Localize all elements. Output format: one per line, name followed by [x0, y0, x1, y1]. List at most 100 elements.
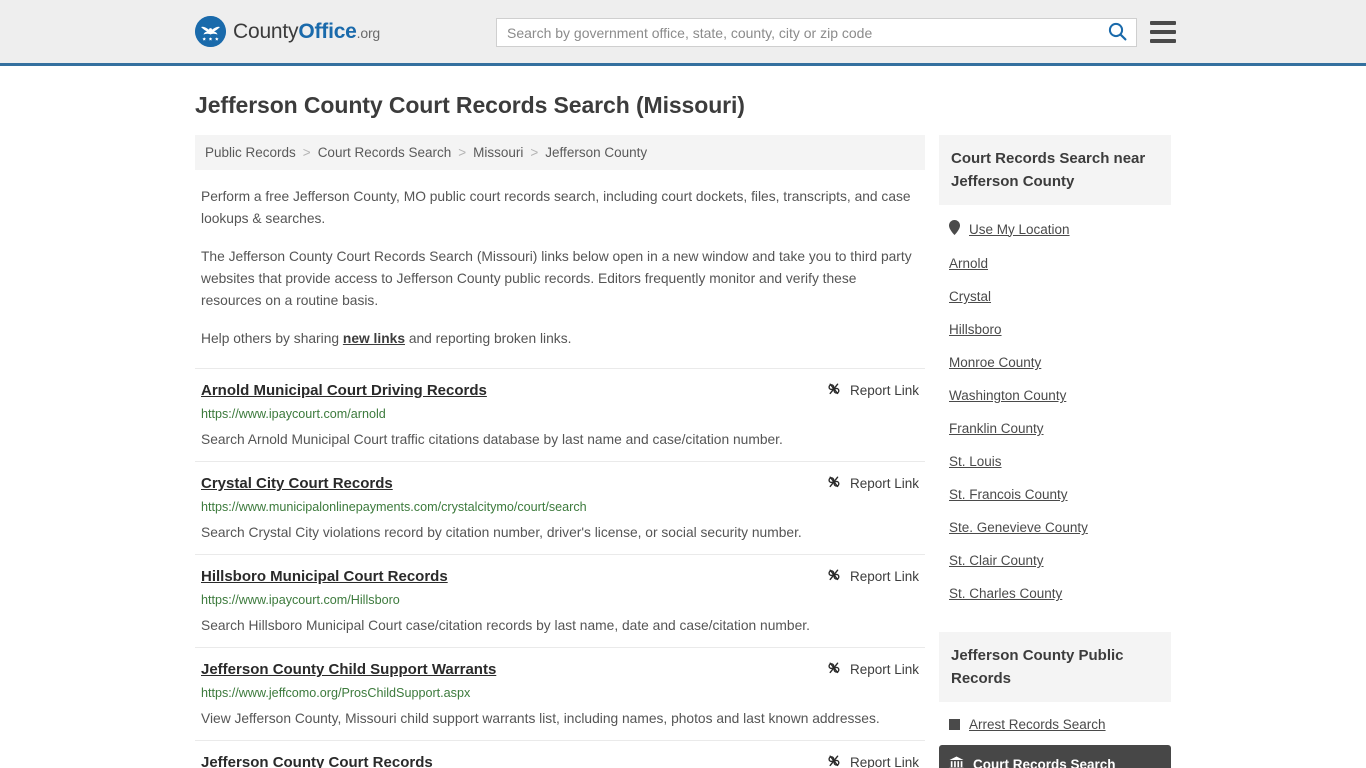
sidebar-item-arnold[interactable]: Arnold	[939, 247, 1171, 280]
eagle-seal-icon	[195, 16, 226, 47]
sidebar-link-label[interactable]: Arnold	[949, 256, 988, 271]
sidebar-link-label[interactable]: Ste. Genevieve County	[949, 520, 1088, 535]
search-bar[interactable]	[496, 18, 1137, 47]
sidebar-link-label[interactable]: Monroe County	[949, 355, 1041, 370]
broken-link-icon	[826, 381, 842, 400]
new-links-link[interactable]: new links	[343, 331, 405, 346]
broken-link-icon	[826, 660, 842, 679]
sidebar-item-st-francois-county[interactable]: St. Francois County	[939, 478, 1171, 511]
result-title-link[interactable]: Jefferson County Child Support Warrants	[201, 660, 496, 680]
result-header: Jefferson County Child Support Warrants	[201, 660, 919, 680]
hamburger-bar	[1150, 39, 1176, 43]
result-description: Search Crystal City violations record by…	[201, 525, 802, 540]
results-list: Arnold Municipal Court Driving Records R…	[195, 368, 925, 768]
hamburger-menu-icon[interactable]	[1150, 20, 1176, 44]
result-url: https://www.ipaycourt.com/arnold	[201, 407, 386, 421]
breadcrumb-separator: >	[302, 145, 311, 160]
sidebar-link-label[interactable]: St. Francois County	[949, 487, 1068, 502]
content-row: Public Records > Court Records Search > …	[0, 135, 1366, 768]
result-url: https://www.ipaycourt.com/Hillsboro	[201, 593, 400, 607]
result-item: Arnold Municipal Court Driving Records R…	[195, 368, 925, 461]
use-my-location-label[interactable]: Use My Location	[969, 222, 1070, 237]
brand-county-text: County	[233, 19, 299, 43]
sidebar-link-label[interactable]: St. Louis	[949, 454, 1002, 469]
search-icon	[1108, 22, 1127, 44]
search-button[interactable]	[1098, 19, 1136, 46]
report-link-button[interactable]: Report Link	[812, 381, 919, 400]
breadcrumb-item-missouri[interactable]: Missouri	[473, 145, 523, 160]
result-title-link[interactable]: Jefferson County Court Records	[201, 753, 433, 768]
page-title: Jefferson County Court Records Search (M…	[195, 92, 745, 118]
broken-link-icon	[826, 753, 842, 768]
result-header: Crystal City Court Records Report Link	[201, 474, 919, 494]
broken-link-icon	[826, 567, 842, 586]
sidebar-item-arrest-records-search[interactable]: Arrest Records Search	[939, 708, 1171, 741]
report-link-label: Report Link	[849, 476, 919, 491]
map-pin-icon	[949, 220, 960, 238]
hamburger-bar	[1150, 21, 1176, 25]
report-link-button[interactable]: Report Link	[812, 474, 919, 493]
sidebar-item-hillsboro[interactable]: Hillsboro	[939, 313, 1171, 346]
sidebar-item-ste-genevieve-county[interactable]: Ste. Genevieve County	[939, 511, 1171, 544]
result-header: Arnold Municipal Court Driving Records R…	[201, 381, 919, 401]
sidebar-item-monroe-county[interactable]: Monroe County	[939, 346, 1171, 379]
hamburger-bar	[1150, 30, 1176, 34]
report-link-label: Report Link	[849, 383, 919, 398]
site-header: CountyOffice.org	[0, 0, 1366, 66]
nearby-links-list: Use My Location Arnold Crystal Hillsboro…	[939, 205, 1171, 610]
result-item: Crystal City Court Records Report Link h…	[195, 461, 925, 554]
intro-p3-after: and reporting broken links.	[405, 331, 572, 346]
brand-org-text: .org	[356, 24, 381, 41]
result-description: Search Arnold Municipal Court traffic ci…	[201, 432, 783, 447]
sidebar-link-label[interactable]: Franklin County	[949, 421, 1044, 436]
sidebar-link-label[interactable]: Court Records Search	[973, 757, 1116, 768]
result-header: Hillsboro Municipal Court Records Report…	[201, 567, 919, 587]
report-link-button[interactable]: Report Link	[812, 660, 919, 679]
report-link-label: Report Link	[849, 662, 919, 677]
intro-paragraph-1: Perform a free Jefferson County, MO publ…	[201, 189, 911, 226]
breadcrumb-item-jefferson-county[interactable]: Jefferson County	[545, 145, 647, 160]
sidebar-item-st-clair-county[interactable]: St. Clair County	[939, 544, 1171, 577]
nearby-panel-heading: Court Records Search near Jefferson Coun…	[939, 135, 1171, 205]
breadcrumb-item-public-records[interactable]: Public Records	[205, 145, 296, 160]
report-link-button[interactable]: Report Link	[812, 753, 919, 768]
sidebar-link-label[interactable]: Crystal	[949, 289, 991, 304]
result-title-link[interactable]: Arnold Municipal Court Driving Records	[201, 381, 487, 401]
sidebar-item-washington-county[interactable]: Washington County	[939, 379, 1171, 412]
breadcrumb: Public Records > Court Records Search > …	[195, 135, 925, 170]
result-title-link[interactable]: Hillsboro Municipal Court Records	[201, 567, 448, 587]
sidebar-link-label[interactable]: Washington County	[949, 388, 1066, 403]
nearby-search-panel: Court Records Search near Jefferson Coun…	[939, 135, 1171, 610]
breadcrumb-separator: >	[530, 145, 539, 160]
sidebar-link-label[interactable]: Arrest Records Search	[969, 717, 1106, 732]
sidebar-link-label[interactable]: St. Charles County	[949, 586, 1062, 601]
intro-paragraph-2: The Jefferson County Court Records Searc…	[201, 249, 912, 308]
sidebar-item-st-charles-county[interactable]: St. Charles County	[939, 577, 1171, 610]
site-logo[interactable]: CountyOffice.org	[195, 16, 380, 47]
page-body: Jefferson County Court Records Search (M…	[0, 92, 1366, 768]
result-url: https://www.municipalonlinepayments.com/…	[201, 500, 587, 514]
sidebar-item-crystal[interactable]: Crystal	[939, 280, 1171, 313]
broken-link-icon	[826, 474, 842, 493]
sidebar-link-label[interactable]: Hillsboro	[949, 322, 1002, 337]
result-description: View Jefferson County, Missouri child su…	[201, 711, 880, 726]
sidebar-item-court-records-search[interactable]: Court Records Search	[939, 745, 1171, 768]
report-link-label: Report Link	[849, 569, 919, 584]
main-column: Public Records > Court Records Search > …	[195, 135, 925, 768]
breadcrumb-separator: >	[458, 145, 467, 160]
use-my-location-item[interactable]: Use My Location	[939, 211, 1171, 247]
square-icon	[949, 719, 960, 730]
brand-wordmark: CountyOffice.org	[233, 20, 380, 44]
public-records-links-list: Arrest Records Search Court Records Sear…	[939, 702, 1171, 768]
result-item: Hillsboro Municipal Court Records Report…	[195, 554, 925, 647]
breadcrumb-item-court-records-search[interactable]: Court Records Search	[318, 145, 452, 160]
sidebar: Court Records Search near Jefferson Coun…	[939, 135, 1171, 768]
search-input[interactable]	[497, 19, 1098, 46]
public-records-panel-heading: Jefferson County Public Records	[939, 632, 1171, 702]
report-link-button[interactable]: Report Link	[812, 567, 919, 586]
sidebar-link-label[interactable]: St. Clair County	[949, 553, 1044, 568]
sidebar-item-st-louis[interactable]: St. Louis	[939, 445, 1171, 478]
sidebar-item-franklin-county[interactable]: Franklin County	[939, 412, 1171, 445]
result-item: Jefferson County Child Support Warrants	[195, 647, 925, 740]
result-title-link[interactable]: Crystal City Court Records	[201, 474, 393, 494]
